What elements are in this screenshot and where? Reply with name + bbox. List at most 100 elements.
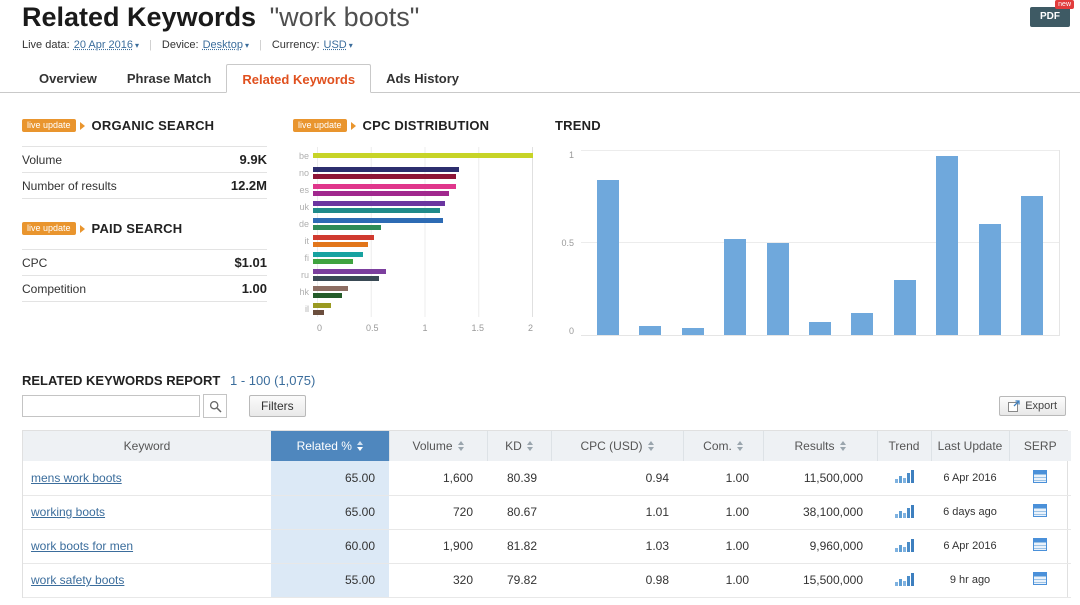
trend-bar xyxy=(767,243,789,336)
com-cell: 1.00 xyxy=(683,563,763,597)
keyword-link[interactable]: work boots for men xyxy=(31,539,133,553)
tab-overview[interactable]: Overview xyxy=(24,64,112,93)
device-label: Device: xyxy=(162,39,199,51)
sort-icon xyxy=(527,441,533,451)
device-dropdown[interactable]: Desktop▾ xyxy=(203,39,249,51)
trend-sparkline-icon xyxy=(895,538,914,552)
trend-bar xyxy=(809,322,831,335)
live-data-dropdown[interactable]: 20 Apr 2016▾ xyxy=(74,39,139,51)
kd-cell: 80.67 xyxy=(487,495,551,529)
trend-sparkline-icon xyxy=(895,572,914,586)
cpc-country-label: de xyxy=(293,219,313,229)
table-row: mens work boots 65.00 1,600 80.39 0.94 1… xyxy=(23,461,1071,495)
cpc-chart-row: be xyxy=(293,147,533,164)
column-header-com[interactable]: Com. xyxy=(683,431,763,461)
cpc-chart-row: no xyxy=(293,164,533,181)
trend-chart-bars xyxy=(581,150,1060,336)
divider: | xyxy=(259,39,262,51)
cpc-bar xyxy=(313,276,379,281)
cpc-cell: 0.98 xyxy=(551,563,683,597)
cpc-bar xyxy=(313,252,363,257)
cpc-country-label: hk xyxy=(293,287,313,297)
cpc-bar xyxy=(313,235,374,240)
related-cell: 55.00 xyxy=(271,563,389,597)
kd-cell: 81.82 xyxy=(487,529,551,563)
cpc-bar xyxy=(313,174,456,179)
cpc-chart-row: fi xyxy=(293,249,533,266)
serp-icon[interactable] xyxy=(1033,572,1047,585)
currency-label: Currency: xyxy=(272,39,320,51)
cpc-bar xyxy=(313,310,324,315)
cpc-bar xyxy=(313,259,353,264)
column-header-keyword[interactable]: Keyword xyxy=(23,431,271,461)
cpc-country-label: it xyxy=(293,236,313,246)
serp-icon[interactable] xyxy=(1033,504,1047,517)
column-header-volume[interactable]: Volume xyxy=(389,431,487,461)
trend-bar xyxy=(597,180,619,335)
cpc-bar xyxy=(313,184,456,189)
export-icon xyxy=(1008,400,1020,412)
com-cell: 1.00 xyxy=(683,529,763,563)
table-row: work safety boots 55.00 320 79.82 0.98 1… xyxy=(23,563,1071,597)
cpc-bar xyxy=(313,242,368,247)
cpc-bar xyxy=(313,218,443,223)
stat-value: 9.9K xyxy=(240,152,267,167)
chevron-down-icon: ▾ xyxy=(135,41,139,50)
trend-y-tick: 1 xyxy=(569,150,574,160)
search-button[interactable] xyxy=(203,394,227,418)
cpc-x-axis: 00.511.52 xyxy=(317,323,533,333)
keyword-link[interactable]: mens work boots xyxy=(31,471,122,485)
column-header-trend: Trend xyxy=(877,431,931,461)
pdf-button-label: PDF xyxy=(1040,11,1060,22)
cpc-distribution-panel: live update CPC DISTRIBUTION benoesukdei… xyxy=(293,118,533,333)
sort-icon xyxy=(458,441,464,451)
tab-related-keywords[interactable]: Related Keywords xyxy=(226,64,371,93)
serp-icon[interactable] xyxy=(1033,538,1047,551)
chevron-down-icon: ▾ xyxy=(349,41,353,50)
live-data-label: Live data: xyxy=(22,39,70,51)
volume-cell: 720 xyxy=(389,495,487,529)
trend-bar xyxy=(851,313,873,335)
trend-sparkline-icon xyxy=(895,504,914,518)
trend-bar xyxy=(724,239,746,335)
cpc-chart-row: ru xyxy=(293,266,533,283)
trend-y-tick: 0.5 xyxy=(561,238,574,248)
stat-row-results: Number of results 12.2M xyxy=(22,172,267,198)
results-cell: 9,960,000 xyxy=(763,529,877,563)
tab-ads-history[interactable]: Ads History xyxy=(371,64,474,93)
serp-icon[interactable] xyxy=(1033,470,1047,483)
column-header-serp: SERP xyxy=(1009,431,1071,461)
live-update-badge: live update xyxy=(22,119,76,133)
stat-row-competition: Competition 1.00 xyxy=(22,275,267,301)
stat-label: CPC xyxy=(22,256,47,270)
keyword-link[interactable]: working boots xyxy=(31,505,105,519)
column-header-related[interactable]: Related % xyxy=(271,431,389,461)
currency-dropdown[interactable]: USD▾ xyxy=(324,39,353,51)
related-keywords-table: Keyword Related % Volume KD CPC (USD) Co… xyxy=(22,430,1068,598)
cpc-x-tick: 0.5 xyxy=(366,323,379,333)
cpc-bar xyxy=(313,293,342,298)
table-header-row: Keyword Related % Volume KD CPC (USD) Co… xyxy=(23,431,1071,461)
cpc-country-label: il xyxy=(293,304,313,314)
cpc-bar xyxy=(313,153,533,158)
keyword-search-input[interactable] xyxy=(22,395,200,417)
volume-cell: 1,900 xyxy=(389,529,487,563)
table-row: work boots for men 60.00 1,900 81.82 1.0… xyxy=(23,529,1071,563)
cpc-country-label: ru xyxy=(293,270,313,280)
column-header-cpc[interactable]: CPC (USD) xyxy=(551,431,683,461)
export-button[interactable]: Export xyxy=(999,396,1066,416)
last-update-cell: 6 Apr 2016 xyxy=(931,529,1009,563)
filters-button[interactable]: Filters xyxy=(249,395,306,417)
last-update-cell: 9 hr ago xyxy=(931,563,1009,597)
keyword-link[interactable]: work safety boots xyxy=(31,573,124,587)
column-header-kd[interactable]: KD xyxy=(487,431,551,461)
cpc-country-label: es xyxy=(293,185,313,195)
pdf-export-button[interactable]: PDF new xyxy=(1030,7,1070,27)
paid-search-panel: live update PAID SEARCH CPC $1.01 Compet… xyxy=(22,221,267,302)
tab-phrase-match[interactable]: Phrase Match xyxy=(112,64,227,93)
column-header-results[interactable]: Results xyxy=(763,431,877,461)
last-update-cell: 6 Apr 2016 xyxy=(931,461,1009,495)
cpc-bar xyxy=(313,167,459,172)
cpc-bar xyxy=(313,208,440,213)
search-icon xyxy=(209,400,222,413)
